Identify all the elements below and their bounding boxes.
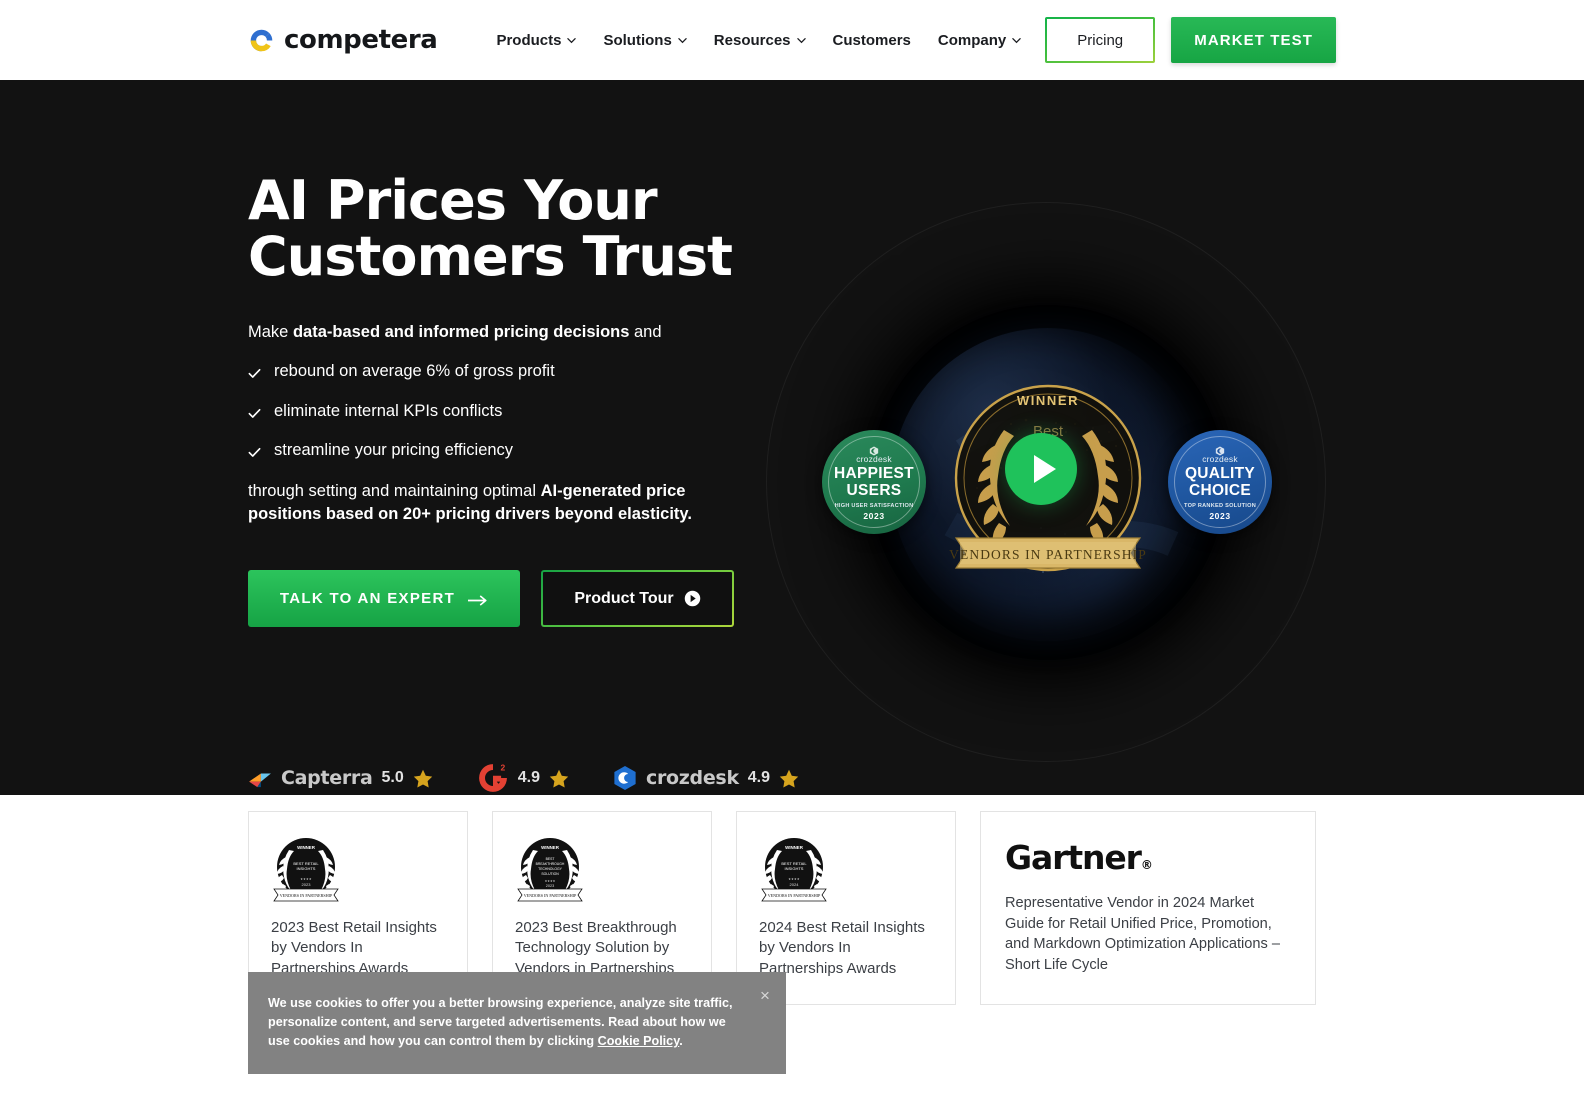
main-nav: Products Solutions Resources Customers C… <box>496 32 1021 49</box>
nav-item-products[interactable]: Products <box>496 31 577 49</box>
svg-text:INSIGHTS: INSIGHTS <box>297 866 316 871</box>
hero-cta-group: TALK TO AN EXPERT Product Tour <box>248 570 748 628</box>
arrow-right-icon <box>467 593 488 606</box>
award-card-text: 2023 Best Retail Insights by Vendors In … <box>271 919 437 977</box>
award-card-text: 2024 Best Retail Insights by Vendors In … <box>759 919 925 977</box>
nav-item-company[interactable]: Company <box>938 32 1021 49</box>
svg-text:TECHNOLOGY: TECHNOLOGY <box>538 867 562 871</box>
winner-laurel-medal-icon: WINNER BEST RETAIL INSIGHTS ★★★★ 2023 VE… <box>271 834 341 904</box>
awards-row: WINNER BEST RETAIL INSIGHTS ★★★★ 2023 VE… <box>0 811 1584 1005</box>
list-item: eliminate internal KPIs conflicts <box>248 401 748 422</box>
list-item-label: streamline your pricing efficiency <box>274 441 514 460</box>
product-tour-button[interactable]: Product Tour <box>541 570 734 627</box>
list-item: streamline your pricing efficiency <box>248 440 748 461</box>
hero-foot-pre: through setting and maintaining optimal <box>248 481 541 500</box>
hero-section: crozdesk HAPPIEST USERS HIGH USER SATISF… <box>0 80 1584 795</box>
nav-label: Company <box>937 31 1007 49</box>
svg-text:INSIGHTS: INSIGHTS <box>785 866 804 871</box>
market-test-button[interactable]: MARKET TEST <box>1171 17 1336 63</box>
play-circle-icon <box>684 590 701 607</box>
svg-text:SOLUTION: SOLUTION <box>541 872 559 876</box>
header-actions: Pricing MARKET TEST <box>1045 17 1336 63</box>
svg-text:BEST: BEST <box>546 857 555 861</box>
site-header: competera Products Solutions Resources C… <box>0 0 1584 80</box>
registered-mark-icon: ® <box>1140 858 1153 872</box>
logo-wordmark: competera <box>284 25 438 55</box>
cookie-policy-link[interactable]: Cookie Policy <box>598 1034 680 1048</box>
list-item: rebound on average 6% of gross profit <box>248 361 748 382</box>
cta-secondary-label: Product Tour <box>574 589 674 607</box>
svg-text:VENDORS IN PARTNERSHIP: VENDORS IN PARTNERSHIP <box>768 893 821 898</box>
logo[interactable]: competera <box>248 25 438 55</box>
svg-text:WINNER: WINNER <box>297 845 316 850</box>
competera-circle-logo-icon <box>248 27 275 54</box>
list-item-label: rebound on average 6% of gross profit <box>274 362 555 381</box>
chevron-down-icon <box>1012 36 1021 45</box>
nav-item-solutions[interactable]: Solutions <box>603 31 687 49</box>
chevron-down-icon <box>796 36 806 45</box>
hero-title-line2: Customers Trust <box>248 225 733 289</box>
chevron-down-icon <box>678 36 687 45</box>
check-icon <box>248 444 261 457</box>
svg-text:2023: 2023 <box>546 884 554 888</box>
close-icon[interactable]: × <box>755 985 775 1005</box>
svg-text:WINNER: WINNER <box>541 845 560 850</box>
svg-text:WINNER: WINNER <box>785 845 804 850</box>
gartner-logo: Gartner® <box>1005 838 1291 877</box>
hero-lead-bold: data-based and informed pricing decision… <box>292 323 630 342</box>
svg-text:2023: 2023 <box>302 882 312 887</box>
hero-benefits-list: rebound on average 6% of gross profit el… <box>248 361 748 461</box>
list-item-label: eliminate internal KPIs conflicts <box>274 401 503 420</box>
chevron-down-icon <box>567 36 577 45</box>
hero-footnote: through setting and maintaining optimal … <box>248 480 708 528</box>
cookie-text-part2: . <box>679 1034 683 1049</box>
nav-label: Customers <box>832 31 911 49</box>
svg-text:★★★★: ★★★★ <box>545 879 556 883</box>
gartner-card-text: Representative Vendor in 2024 Market Gui… <box>1005 895 1280 974</box>
talk-to-an-expert-button[interactable]: TALK TO AN EXPERT <box>248 570 520 628</box>
nav-item-customers[interactable]: Customers <box>833 32 911 49</box>
hero-copy: AI Prices Your Customers Trust Make data… <box>248 80 748 628</box>
nav-label: Products <box>496 31 562 49</box>
winner-laurel-medal-icon: WINNER BEST BREAKTHROUGH TECHNOLOGY SOLU… <box>515 834 585 904</box>
hero-lead-post: and <box>629 323 662 342</box>
hero-lead-pre: Make <box>248 323 293 342</box>
nav-item-resources[interactable]: Resources <box>714 32 806 49</box>
check-icon <box>248 405 261 418</box>
pricing-button[interactable]: Pricing <box>1045 17 1155 63</box>
nav-label: Resources <box>713 31 791 49</box>
svg-text:BREAKTHROUGH: BREAKTHROUGH <box>536 862 565 866</box>
svg-text:★★★★: ★★★★ <box>300 877 312 881</box>
cookie-banner-text: We use cookies to offer you a better bro… <box>268 994 742 1051</box>
check-icon <box>248 365 261 379</box>
nav-label: Solutions <box>603 31 672 49</box>
svg-text:2024: 2024 <box>790 882 800 887</box>
page-title: AI Prices Your Customers Trust <box>248 172 748 289</box>
svg-text:VENDORS IN PARTNERSHIP: VENDORS IN PARTNERSHIP <box>524 893 577 898</box>
cookie-banner: We use cookies to offer you a better bro… <box>248 972 786 1074</box>
hero-lead: Make data-based and informed pricing dec… <box>248 321 748 345</box>
gartner-logo-word: Gartner <box>1005 838 1142 877</box>
hero-title-line1: AI Prices Your <box>248 169 658 232</box>
winner-laurel-medal-icon: WINNER BEST RETAIL INSIGHTS ★★★★ 2024 VE… <box>759 834 829 904</box>
svg-text:VENDORS IN PARTNERSHIP: VENDORS IN PARTNERSHIP <box>280 893 333 898</box>
awards-section: WINNER BEST RETAIL INSIGHTS ★★★★ 2023 VE… <box>0 795 1584 1105</box>
cta-primary-label: TALK TO AN EXPERT <box>279 590 456 608</box>
gartner-card[interactable]: Gartner® Representative Vendor in 2024 M… <box>980 811 1316 1005</box>
svg-text:★★★★: ★★★★ <box>788 877 800 881</box>
